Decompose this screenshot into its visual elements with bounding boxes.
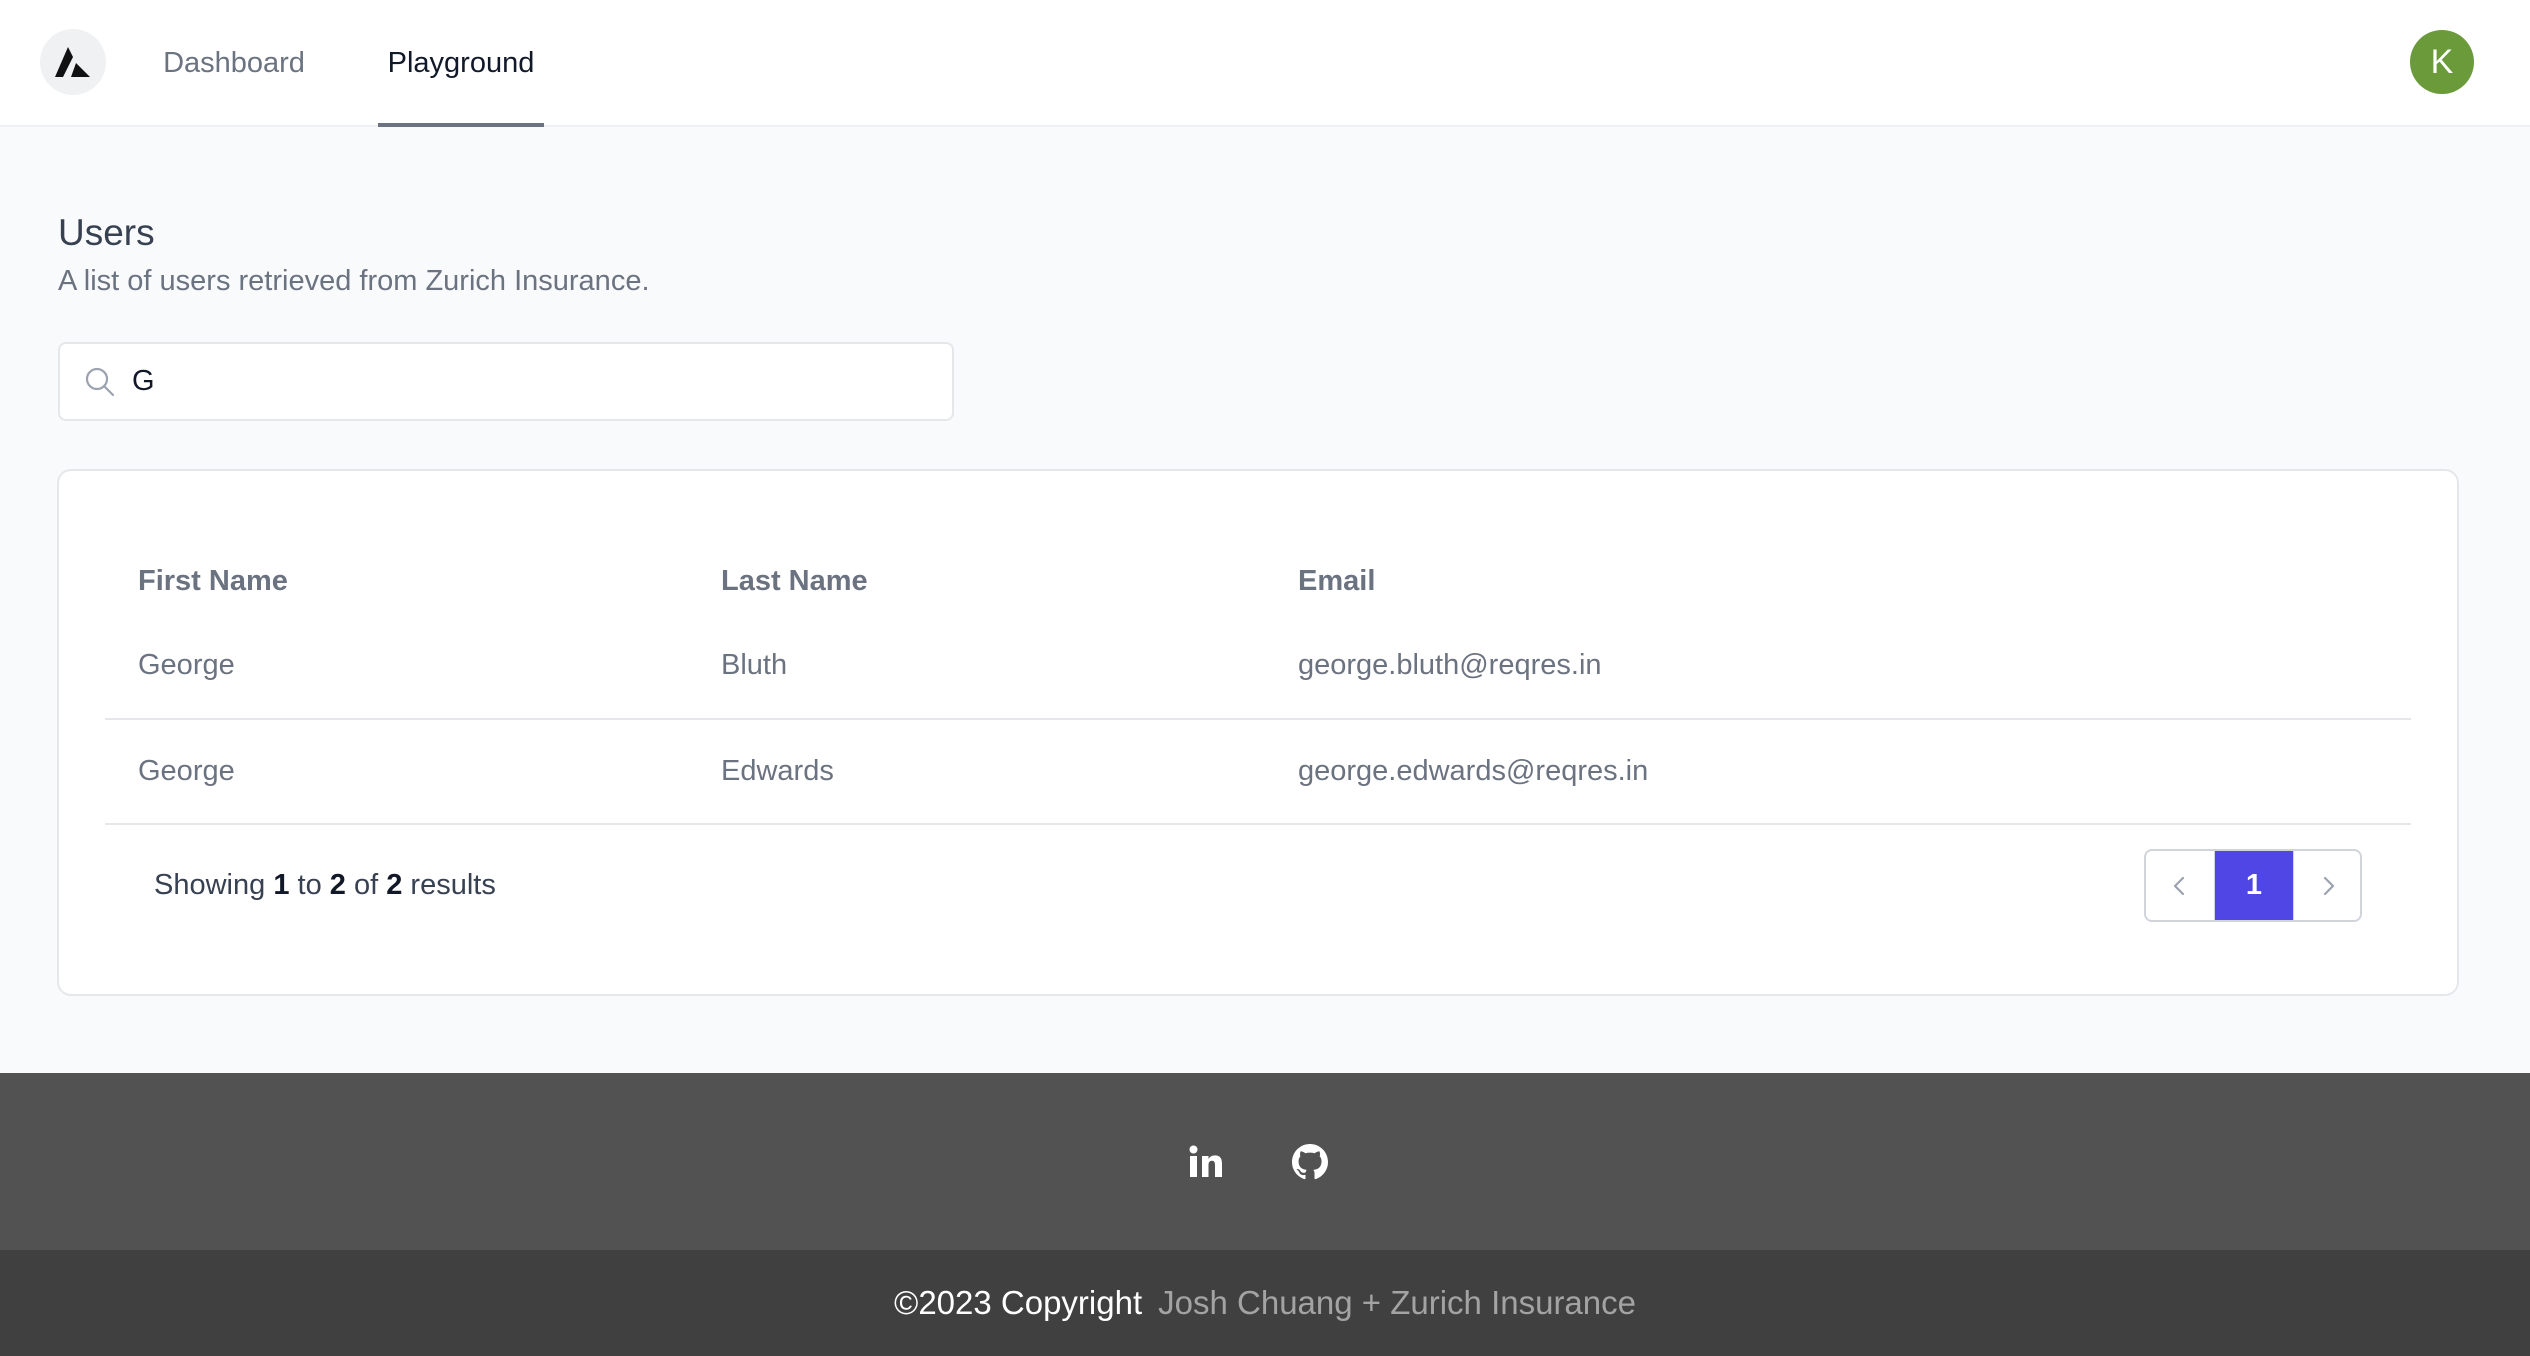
search-input[interactable] — [132, 344, 932, 419]
results-prefix: Showing — [154, 869, 266, 901]
copyright-text: ©2023 Copyright — [894, 1284, 1143, 1321]
chevron-left-icon — [2173, 876, 2185, 895]
results-from: 1 — [273, 869, 290, 901]
results-to-word: to — [297, 869, 322, 901]
column-header-first-name[interactable]: First Name — [138, 565, 288, 598]
table-row[interactable]: George Edwards george.edwards@reqres.in — [105, 719, 2411, 824]
tab-playground[interactable]: Playground — [378, 0, 544, 127]
github-link[interactable] — [1290, 1142, 1330, 1182]
tab-dashboard[interactable]: Dashboard — [154, 0, 314, 127]
triangle-logo-icon — [55, 47, 90, 77]
page-subtitle: A list of users retrieved from Zurich In… — [58, 265, 650, 297]
results-to: 2 — [329, 869, 346, 901]
search-box[interactable] — [58, 342, 954, 421]
previous-page-button[interactable] — [2146, 851, 2215, 920]
cell-email: george.bluth@reqres.in — [1298, 649, 1602, 681]
cell-last-name: Bluth — [721, 649, 788, 681]
cell-email: george.edwards@reqres.in — [1298, 755, 1649, 787]
github-icon — [1292, 1144, 1328, 1180]
chevron-right-icon — [2323, 876, 2335, 895]
linkedin-icon — [1189, 1145, 1222, 1177]
column-header-last-name[interactable]: Last Name — [721, 565, 868, 598]
column-header-email[interactable]: Email — [1298, 565, 1375, 598]
page-title: Users — [58, 212, 155, 253]
footer-copyright-bar: ©2023 Copyright Josh Chuang + Zurich Ins… — [0, 1250, 2530, 1356]
author-link[interactable]: Josh Chuang + Zurich Insurance — [1158, 1284, 1636, 1322]
search-icon — [85, 367, 115, 397]
avatar[interactable]: K — [2410, 30, 2474, 94]
page-button-current[interactable]: 1 — [2215, 851, 2293, 920]
cell-first-name: George — [138, 649, 235, 681]
top-navbar: Dashboard Playground K — [0, 0, 2530, 127]
results-summary: Showing 1 to 2 of 2 results — [154, 869, 496, 902]
row-divider — [105, 823, 2411, 825]
results-of-word: of — [353, 869, 379, 901]
linkedin-link[interactable] — [1186, 1142, 1226, 1182]
results-suffix: results — [410, 869, 496, 901]
logo[interactable] — [40, 29, 106, 95]
cell-last-name: Edwards — [721, 755, 834, 787]
table-row[interactable]: George Bluth george.bluth@reqres.in — [105, 613, 2411, 718]
cell-first-name: George — [138, 755, 235, 787]
results-total: 2 — [386, 869, 403, 901]
pagination: 1 — [2144, 849, 2362, 922]
footer-social-bar — [0, 1073, 2530, 1250]
next-page-button[interactable] — [2293, 851, 2360, 920]
